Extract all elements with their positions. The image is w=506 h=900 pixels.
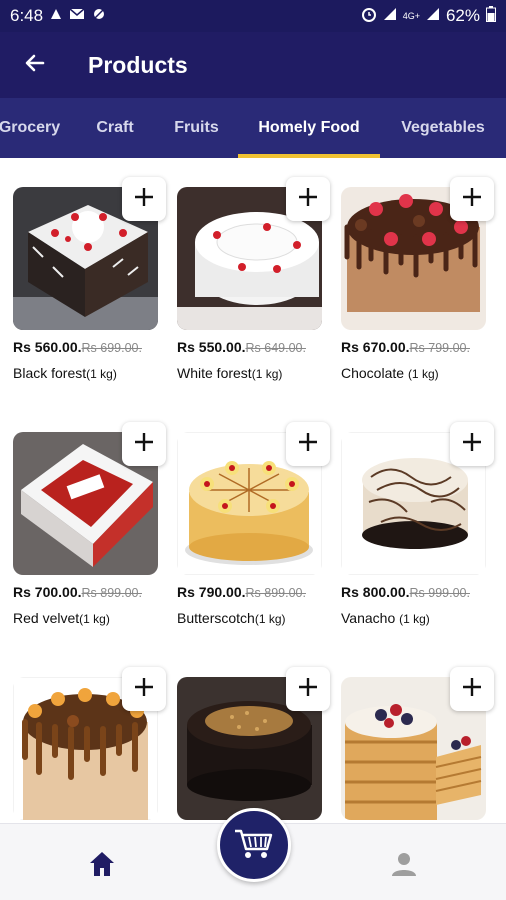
product-price: Rs 670.00. bbox=[341, 339, 410, 355]
plus-icon bbox=[133, 431, 155, 458]
product-price: Rs 700.00. bbox=[13, 584, 82, 600]
plus-icon bbox=[461, 676, 483, 703]
network-type: 4G+ bbox=[402, 11, 420, 21]
person-icon bbox=[390, 850, 418, 883]
name-row: Butterscotch(1 kg) bbox=[177, 610, 337, 626]
name-row: White forest(1 kg) bbox=[177, 365, 337, 381]
product-price: Rs 550.00. bbox=[177, 339, 246, 355]
product-price: Rs 790.00. bbox=[177, 584, 246, 600]
product-old-price: Rs 899.00. bbox=[81, 586, 142, 600]
product-name: Butterscotch bbox=[177, 610, 255, 626]
add-to-cart-button[interactable] bbox=[122, 177, 166, 221]
product-name: Chocolate bbox=[341, 365, 408, 381]
alarm-icon bbox=[361, 6, 377, 27]
add-to-cart-button[interactable] bbox=[450, 177, 494, 221]
product-card[interactable] bbox=[177, 667, 330, 823]
product-card[interactable] bbox=[13, 667, 166, 823]
app-bar: Products bbox=[0, 32, 506, 98]
product-card[interactable]: Rs 800.00.Rs 999.00. Vanacho (1 kg) bbox=[341, 422, 494, 662]
product-weight: (1 kg) bbox=[407, 367, 439, 381]
back-button[interactable] bbox=[0, 32, 70, 98]
name-row: Vanacho (1 kg) bbox=[341, 610, 501, 626]
plus-icon bbox=[461, 431, 483, 458]
tab-craft[interactable]: Craft bbox=[86, 98, 144, 158]
mail-icon bbox=[69, 6, 85, 26]
add-to-cart-button[interactable] bbox=[286, 667, 330, 711]
plus-icon bbox=[297, 186, 319, 213]
product-card[interactable]: Rs 790.00.Rs 899.00. Butterscotch(1 kg) bbox=[177, 422, 330, 662]
name-row: Red velvet(1 kg) bbox=[13, 610, 173, 626]
add-to-cart-button[interactable] bbox=[122, 422, 166, 466]
add-to-cart-button[interactable] bbox=[450, 667, 494, 711]
plus-icon bbox=[297, 676, 319, 703]
cart-icon bbox=[233, 825, 275, 866]
product-old-price: Rs 649.00. bbox=[245, 341, 306, 355]
add-to-cart-button[interactable] bbox=[122, 667, 166, 711]
satellite-icon bbox=[91, 6, 107, 26]
product-card[interactable] bbox=[341, 667, 494, 823]
plus-icon bbox=[133, 676, 155, 703]
product-weight: (1 kg) bbox=[251, 367, 283, 381]
category-tabs: Grocery Craft Fruits Homely Food Vegetab… bbox=[0, 98, 506, 158]
signal-icon bbox=[383, 6, 397, 26]
price-row: Rs 790.00.Rs 899.00. bbox=[177, 584, 347, 600]
product-old-price: Rs 899.00. bbox=[245, 586, 306, 600]
nav-profile-button[interactable] bbox=[384, 846, 424, 886]
name-row: Black forest(1 kg) bbox=[13, 365, 173, 381]
plus-icon bbox=[461, 186, 483, 213]
battery-icon bbox=[486, 5, 496, 27]
product-card[interactable]: Rs 670.00.Rs 799.00. Chocolate (1 kg) bbox=[341, 177, 494, 417]
battery-percent: 62% bbox=[445, 6, 480, 25]
home-icon bbox=[87, 849, 117, 884]
nav-home-button[interactable] bbox=[82, 846, 122, 886]
product-card[interactable]: Rs 700.00.Rs 899.00. Red velvet(1 kg) bbox=[13, 422, 166, 662]
price-row: Rs 560.00.Rs 699.00. bbox=[13, 339, 183, 355]
plus-icon bbox=[133, 186, 155, 213]
add-to-cart-button[interactable] bbox=[286, 422, 330, 466]
product-name: Red velvet bbox=[13, 610, 80, 626]
product-weight: (1 kg) bbox=[86, 367, 117, 381]
product-old-price: Rs 799.00. bbox=[409, 341, 470, 355]
product-weight: (1 kg) bbox=[79, 612, 110, 626]
product-grid: Rs 560.00.Rs 699.00. Black forest(1 kg) bbox=[0, 158, 506, 823]
price-row: Rs 670.00.Rs 799.00. bbox=[341, 339, 506, 355]
product-name: Black forest bbox=[13, 365, 87, 381]
product-price: Rs 560.00. bbox=[13, 339, 82, 355]
page-title: Products bbox=[88, 51, 188, 78]
notification-icon bbox=[49, 6, 63, 26]
plus-icon bbox=[297, 431, 319, 458]
name-row: Chocolate (1 kg) bbox=[341, 365, 501, 381]
price-row: Rs 550.00.Rs 649.00. bbox=[177, 339, 347, 355]
arrow-left-icon bbox=[23, 51, 47, 80]
product-weight: (1 kg) bbox=[399, 612, 430, 626]
tab-grocery[interactable]: Grocery bbox=[0, 98, 67, 158]
tab-homely-food[interactable]: Homely Food bbox=[238, 98, 380, 158]
status-time: 6:48 bbox=[10, 6, 44, 25]
tab-vegetables[interactable]: Vegetables bbox=[392, 98, 494, 158]
product-name: White forest bbox=[177, 365, 252, 381]
product-card[interactable]: Rs 550.00.Rs 649.00. White forest(1 kg) bbox=[177, 177, 330, 417]
status-bar: 6:48 4G+ 62% bbox=[0, 0, 506, 32]
product-name: Vanacho bbox=[341, 610, 400, 626]
price-row: Rs 700.00.Rs 899.00. bbox=[13, 584, 183, 600]
cart-button[interactable] bbox=[217, 808, 291, 882]
product-weight: (1 kg) bbox=[254, 612, 286, 626]
add-to-cart-button[interactable] bbox=[286, 177, 330, 221]
tab-fruits[interactable]: Fruits bbox=[164, 98, 229, 158]
product-old-price: Rs 999.00. bbox=[409, 586, 470, 600]
add-to-cart-button[interactable] bbox=[450, 422, 494, 466]
price-row: Rs 800.00.Rs 999.00. bbox=[341, 584, 506, 600]
product-price: Rs 800.00. bbox=[341, 584, 410, 600]
product-card[interactable]: Rs 560.00.Rs 699.00. Black forest(1 kg) bbox=[13, 177, 166, 417]
signal-icon bbox=[426, 6, 440, 26]
product-old-price: Rs 699.00. bbox=[81, 341, 142, 355]
